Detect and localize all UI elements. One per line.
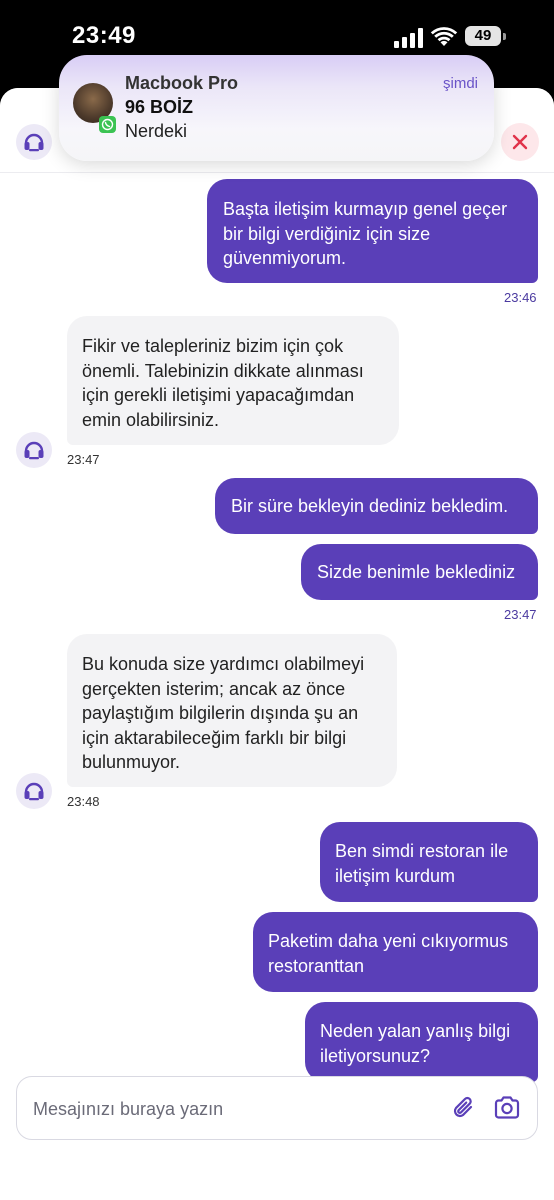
message-line: bulunmuyor. xyxy=(82,752,181,772)
message-line: iletişim kurdum xyxy=(335,865,456,886)
message-outgoing: Başta iletişim kurmayıp genel geçer bir … xyxy=(207,179,538,283)
wifi-icon xyxy=(430,27,458,46)
message-incoming: Bu konuda size yardımcı olabilmeyi gerçe… xyxy=(67,634,397,787)
message-line: Paketim daha yeni cıkıyormus xyxy=(268,931,509,951)
message-line: Bir süre bekleyin dediniz bekledim. xyxy=(231,496,509,516)
close-icon xyxy=(512,134,528,150)
notification-body: Nerdeki xyxy=(125,121,188,141)
assistant-avatar xyxy=(16,773,52,809)
message-line: Fikir ve talepleriniz bizim için çok xyxy=(82,336,344,356)
message-input[interactable] xyxy=(31,1087,435,1131)
message-line: için aktarabileceğim farklı bir bilgi xyxy=(82,727,347,748)
message-timestamp: 23:47 xyxy=(67,452,100,467)
camera-icon[interactable] xyxy=(493,1095,521,1121)
message-line: emin olabilirsiniz. xyxy=(82,409,220,430)
message-line: Neden yalan yanlış bilgi xyxy=(320,1021,511,1041)
message-timestamp: 23:46 xyxy=(504,290,537,305)
message-outgoing: Sizde benimle beklediniz xyxy=(301,544,538,600)
notification-title: 96 BOİZ xyxy=(125,97,194,117)
home-area xyxy=(0,1152,554,1200)
notification-device: Macbook Pro xyxy=(125,73,239,93)
message-outgoing: Neden yalan yanlış bilgi iletiyorsunuz? xyxy=(305,1002,538,1082)
message-line: paylaştığım bilgilerin dışında şu an xyxy=(82,703,359,723)
message-line: Ben simdi restoran ile xyxy=(335,841,509,861)
notification-time: şimdi xyxy=(443,75,479,92)
message-line: için gerekli iletişimi yapacağımdan xyxy=(82,385,355,405)
message-outgoing: Bir süre bekleyin dediniz bekledim. xyxy=(215,478,538,534)
whatsapp-icon xyxy=(99,116,116,133)
notification-banner[interactable]: Macbook Pro şimdi 96 BOİZ Nerdeki xyxy=(59,55,494,161)
chat-sheet: Başta iletişim kurmayıp genel geçer bir … xyxy=(0,88,554,1200)
message-outgoing: Ben simdi restoran ile iletişim kurdum xyxy=(320,822,538,902)
message-line: güvenmiyorum. xyxy=(223,248,347,268)
message-list[interactable]: Başta iletişim kurmayıp genel geçer bir … xyxy=(0,172,554,1082)
message-line: önemli. Talebinizin dikkate alınması xyxy=(82,360,364,381)
close-button[interactable] xyxy=(501,123,539,161)
message-composer xyxy=(16,1076,538,1140)
message-incoming: Fikir ve talepleriniz bizim için çok öne… xyxy=(67,316,399,445)
message-line: Bu konuda size yardımcı olabilmeyi xyxy=(82,654,365,674)
message-line: Başta iletişim kurmayıp genel geçer xyxy=(223,199,508,219)
message-timestamp: 23:47 xyxy=(504,607,537,622)
assistant-avatar xyxy=(16,432,52,468)
battery-nub xyxy=(503,33,506,40)
assistant-avatar xyxy=(16,124,52,160)
signal-icon xyxy=(394,28,423,48)
message-line: Sizde benimle beklediniz xyxy=(317,562,516,582)
message-line: gerçekten isterim; ancak az önce xyxy=(82,678,346,699)
headset-icon xyxy=(24,133,44,152)
message-line: restoranttan xyxy=(268,955,365,976)
message-line: iletiyorsunuz? xyxy=(320,1045,431,1066)
message-timestamp: 23:48 xyxy=(67,794,100,809)
battery-indicator: 49 xyxy=(465,26,507,48)
headset-icon xyxy=(24,441,44,460)
paperclip-icon[interactable] xyxy=(451,1095,477,1121)
battery-level: 49 xyxy=(465,26,501,46)
status-time: 23:49 xyxy=(72,22,136,49)
message-line: bir bilgi verdiğiniz için size xyxy=(223,223,431,244)
message-outgoing: Paketim daha yeni cıkıyormus restorantta… xyxy=(253,912,538,992)
headset-icon xyxy=(24,782,44,801)
